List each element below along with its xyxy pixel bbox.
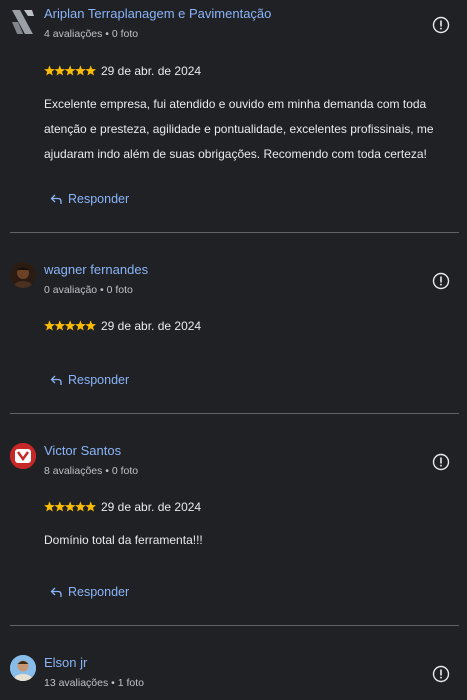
star-rating bbox=[44, 320, 96, 331]
star-icon bbox=[85, 501, 96, 512]
reply-icon bbox=[50, 587, 62, 597]
star-icon bbox=[64, 501, 76, 512]
star-icon bbox=[64, 320, 76, 331]
review-date: 29 de abr. de 2024 bbox=[101, 64, 202, 78]
star-icon bbox=[75, 501, 86, 512]
review-text: Excelente empresa, fui atendido e ouvido… bbox=[44, 97, 434, 161]
reply-button[interactable]: Responder bbox=[50, 190, 129, 208]
report-icon[interactable] bbox=[432, 16, 450, 34]
star-icon bbox=[44, 65, 55, 76]
review-date: 29 de abr. de 2024 bbox=[101, 500, 202, 514]
star-icon bbox=[75, 65, 86, 76]
star-icon bbox=[75, 320, 86, 331]
company-logo-icon bbox=[12, 10, 34, 34]
review-text: Domínio total da ferramenta!!! bbox=[44, 533, 203, 547]
reply-icon bbox=[50, 194, 62, 204]
star-icon bbox=[54, 320, 66, 331]
star-icon bbox=[54, 501, 66, 512]
reviewer-name[interactable]: Victor Santos bbox=[44, 443, 121, 458]
reply-label: Responder bbox=[68, 373, 130, 387]
star-icon bbox=[85, 320, 96, 331]
report-icon[interactable] bbox=[432, 665, 450, 683]
reviewer-meta: 8 avaliações • 0 foto bbox=[44, 465, 139, 477]
report-icon[interactable] bbox=[432, 453, 450, 471]
star-icon bbox=[44, 320, 55, 331]
divider bbox=[10, 625, 459, 626]
divider bbox=[10, 232, 459, 233]
review-date: 29 de abr. de 2024 bbox=[101, 319, 202, 333]
reply-icon bbox=[50, 375, 62, 385]
reviewer-name[interactable]: wagner fernandes bbox=[44, 262, 148, 277]
divider bbox=[10, 413, 459, 414]
star-icon bbox=[54, 65, 66, 76]
avatar[interactable] bbox=[10, 655, 36, 681]
reviewer-meta: 13 avaliações • 1 foto bbox=[44, 677, 144, 689]
star-icon bbox=[64, 65, 76, 76]
reply-label: Responder bbox=[68, 192, 130, 206]
reviewer-meta: 4 avaliações • 0 foto bbox=[44, 28, 139, 40]
reply-button[interactable]: Responder bbox=[50, 371, 129, 389]
star-icon bbox=[85, 65, 96, 76]
reply-label: Responder bbox=[68, 585, 130, 599]
star-rating bbox=[44, 501, 96, 512]
reply-button[interactable]: Responder bbox=[50, 583, 129, 601]
star-icon bbox=[44, 501, 55, 512]
avatar[interactable] bbox=[10, 262, 36, 288]
reviews-list: Ariplan Terraplanagem e Pavimentação 4 a… bbox=[0, 0, 467, 700]
avatar[interactable] bbox=[10, 8, 36, 34]
reviewer-meta: 0 avaliação • 0 foto bbox=[44, 284, 133, 296]
reviewer-name[interactable]: Elson jr bbox=[44, 655, 87, 670]
reviewer-name[interactable]: Ariplan Terraplanagem e Pavimentação bbox=[44, 6, 271, 21]
star-rating bbox=[44, 65, 96, 76]
avatar[interactable] bbox=[10, 443, 36, 469]
report-icon[interactable] bbox=[432, 272, 450, 290]
